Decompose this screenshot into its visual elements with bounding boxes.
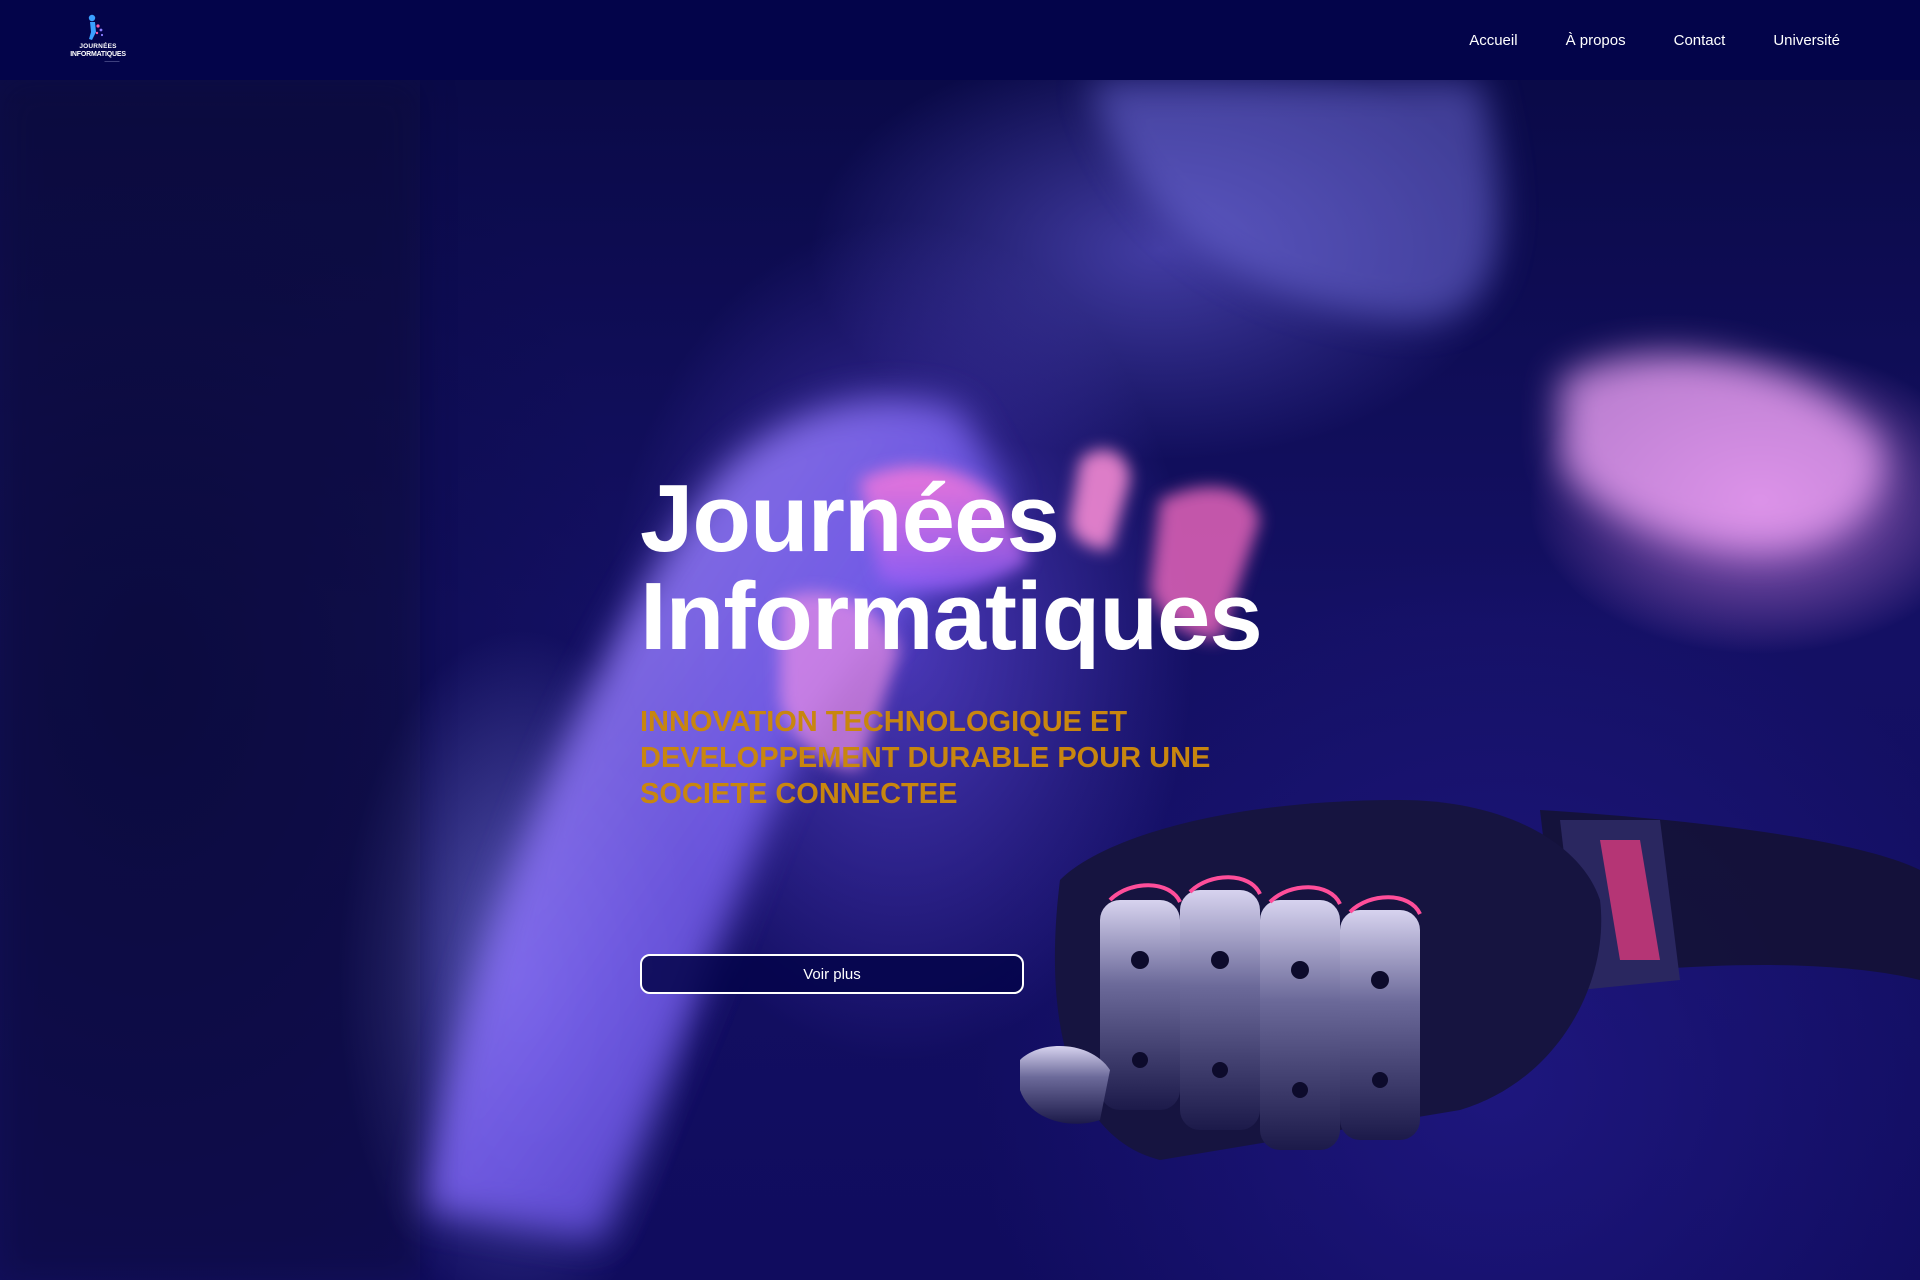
voir-plus-button[interactable]: Voir plus [640, 954, 1024, 994]
nav-link-a-propos[interactable]: À propos [1566, 32, 1626, 49]
nav-link-accueil[interactable]: Accueil [1469, 32, 1517, 49]
robot-fingers [1100, 875, 1422, 1150]
logo-text-line2: INFORMATIQUES [70, 51, 126, 58]
site-logo[interactable]: JOURNÉES INFORMATIQUES ————— [66, 14, 130, 68]
hero-subtitle: INNOVATION TECHNOLOGIQUE ET DEVELOPPEMEN… [640, 706, 1211, 810]
hero-title: Journées Informatiques [640, 470, 1320, 666]
navbar: JOURNÉES INFORMATIQUES ————— Accueil À p… [0, 0, 1920, 80]
hero-title-line1: Journées [640, 465, 1060, 572]
nav-link-universite[interactable]: Université [1773, 32, 1840, 49]
logo-text-line3: ————— [104, 59, 120, 63]
logo-figure-icon [88, 14, 104, 40]
nav-links: Accueil À propos Contact Université [1469, 0, 1840, 80]
hero-content: Journées Informatiques INNOVATION TECHNO… [640, 470, 1320, 812]
hero-title-line2: Informatiques [640, 563, 1263, 670]
nav-link-contact[interactable]: Contact [1674, 32, 1726, 49]
page: JOURNÉES INFORMATIQUES ————— Accueil À p… [0, 0, 1920, 1280]
logo-text-line1: JOURNÉES [79, 43, 117, 50]
